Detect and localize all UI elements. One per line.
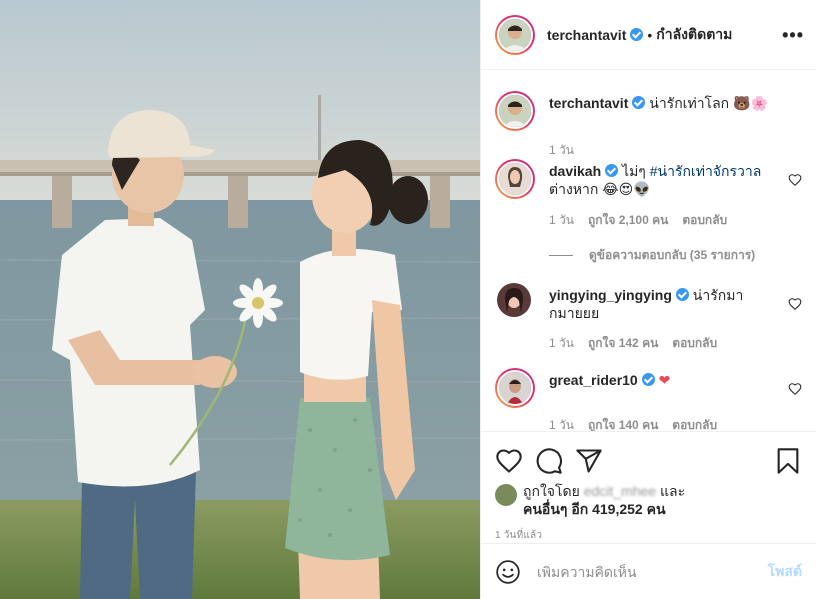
red-heart-emoji: ❤ (658, 373, 671, 389)
post-photo[interactable] (0, 0, 480, 599)
comment-item: davikah ไม่ๆ #น่ารักเท่าจักรวาล ต่างหาก … (495, 159, 802, 265)
verified-badge-icon (632, 96, 646, 109)
commenter-avatar[interactable] (495, 368, 535, 408)
post-header: terchantavit • กำลังติดตาม ••• (481, 0, 816, 70)
author-username[interactable]: terchantavit (547, 27, 626, 43)
liked-by-and: และ (659, 483, 686, 499)
liker-username[interactable]: edcit_mhee (584, 482, 656, 500)
comment-time[interactable]: 1 วัน (549, 211, 574, 230)
comment-time[interactable]: 1 วัน (549, 334, 574, 353)
comment-likes[interactable]: ถูกใจ 142 คน (588, 334, 658, 353)
verified-badge-icon (641, 373, 655, 386)
caption-text: น่ารักเท่าโลก (649, 95, 730, 111)
reply-button[interactable]: ตอบกลับ (672, 334, 717, 353)
emoji-smile-icon[interactable] (495, 559, 521, 585)
likes-count-link[interactable]: คนอื่นๆ อีก 419,252 คน (523, 501, 666, 517)
caption-item: terchantavit น่ารักเท่าโลก 🐻🌸 1 วัน (495, 91, 802, 160)
caption-emojis: 🐻🌸 (733, 96, 768, 112)
comment-username[interactable]: davikah (549, 163, 601, 179)
view-replies-button[interactable]: ดูข้อความตอบกลับ (35 รายการ) (549, 246, 802, 265)
send-icon[interactable] (575, 447, 603, 475)
reply-button[interactable]: ตอบกลับ (672, 416, 717, 431)
view-replies-label: ดูข้อความตอบกลับ (35 รายการ) (589, 248, 756, 262)
commenter-avatar[interactable] (495, 159, 535, 199)
like-comment-heart-icon[interactable] (788, 297, 802, 311)
post-side-panel: terchantavit • กำลังติดตาม ••• terchanta… (480, 0, 816, 599)
liked-by-prefix: ถูกใจโดย (523, 483, 580, 499)
author-avatar[interactable] (495, 14, 535, 55)
comment-emojis: 😂😍👽 (602, 182, 651, 198)
add-comment-bar: โพสต์ (481, 543, 816, 599)
heart-icon[interactable] (495, 447, 523, 475)
comments-list[interactable]: terchantavit น่ารักเท่าโลก 🐻🌸 1 วัน davi… (481, 71, 816, 431)
like-comment-heart-icon[interactable] (788, 382, 802, 396)
comment-likes[interactable]: ถูกใจ 2,100 คน (588, 211, 668, 230)
following-button[interactable]: กำลังติดตาม (656, 24, 732, 46)
post-timestamp[interactable]: 1 วันที่แล้ว (495, 528, 802, 543)
liker-avatar[interactable] (495, 484, 517, 506)
comment-item: yingying_yingying น่ารักมากมายยย 1 วัน ถ… (495, 283, 802, 353)
comment-text-suffix: ต่างหาก (549, 181, 599, 197)
separator-dot: • (647, 26, 653, 43)
more-horizontal-icon[interactable]: ••• (782, 26, 804, 44)
caption-avatar[interactable] (495, 91, 535, 131)
comment-text: ไม่ๆ (622, 163, 650, 179)
comment-likes[interactable]: ถูกใจ 140 คน (588, 416, 658, 431)
caption-username[interactable]: terchantavit (549, 95, 628, 111)
comment-icon[interactable] (535, 447, 563, 475)
comment-time[interactable]: 1 วัน (549, 416, 574, 431)
comment-username[interactable]: yingying_yingying (549, 287, 672, 303)
replies-divider-line (549, 255, 573, 256)
bookmark-icon[interactable] (774, 447, 802, 475)
action-bar (481, 432, 816, 480)
post-comment-button[interactable]: โพสต์ (768, 561, 802, 583)
caption-time[interactable]: 1 วัน (549, 141, 574, 160)
commenter-avatar[interactable] (497, 283, 531, 317)
comment-input[interactable] (537, 563, 768, 580)
verified-badge-icon (675, 288, 689, 301)
post-actions-area: ถูกใจโดย edcit_mhee และ คนอื่นๆ อีก 419,… (481, 431, 816, 543)
verified-badge-icon (605, 164, 619, 177)
reply-button[interactable]: ตอบกลับ (682, 211, 727, 230)
comment-item: great_rider10 ❤ 1 วัน ถูกใจ 140 คน ตอบกล… (495, 368, 802, 431)
comment-username[interactable]: great_rider10 (549, 372, 638, 388)
verified-badge-icon (630, 28, 644, 41)
hashtag-link[interactable]: #น่ารักเท่าจักรวาล (650, 163, 762, 179)
like-comment-heart-icon[interactable] (788, 173, 802, 187)
liked-by-row: ถูกใจโดย edcit_mhee และ คนอื่นๆ อีก 419,… (481, 480, 816, 518)
